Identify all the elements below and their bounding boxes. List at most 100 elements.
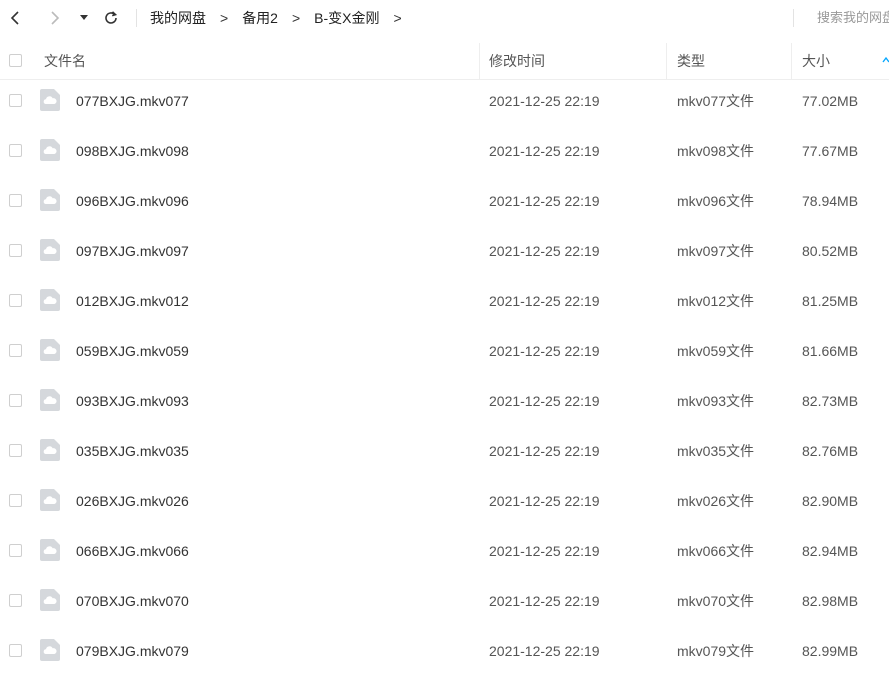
file-type: mkv059文件 <box>677 343 755 359</box>
table-header: 文件名 修改时间 类型 大小 <box>0 43 889 80</box>
file-size: 78.94MB <box>802 193 859 209</box>
search-input[interactable]: 搜索我的网盘文件 <box>817 0 889 36</box>
file-type: mkv026文件 <box>677 493 755 509</box>
column-header-name[interactable]: 文件名 <box>44 43 86 79</box>
file-type: mkv077文件 <box>677 93 755 109</box>
history-dropdown-button[interactable] <box>76 8 92 28</box>
table-row[interactable]: 059BXJG.mkv059 2021-12-25 22:19 mkv059文件… <box>0 326 889 376</box>
cloud-file-icon <box>40 489 60 511</box>
table-row[interactable]: 093BXJG.mkv093 2021-12-25 22:19 mkv093文件… <box>0 376 889 426</box>
file-type: mkv098文件 <box>677 143 755 159</box>
row-checkbox[interactable] <box>9 244 22 257</box>
file-modified: 2021-12-25 22:19 <box>489 143 600 159</box>
file-name[interactable]: 097BXJG.mkv097 <box>76 226 189 276</box>
column-header-modified[interactable]: 修改时间 <box>489 43 545 79</box>
refresh-icon <box>105 11 118 24</box>
chevron-left-icon <box>10 11 19 25</box>
chevron-right-icon <box>51 11 60 25</box>
file-name[interactable]: 035BXJG.mkv035 <box>76 426 189 476</box>
file-type: mkv035文件 <box>677 443 755 459</box>
column-header-type[interactable]: 类型 <box>677 43 705 79</box>
file-modified: 2021-12-25 22:19 <box>489 243 600 259</box>
cloud-file-icon <box>40 139 60 161</box>
cloud-file-icon <box>40 289 60 311</box>
file-size: 80.52MB <box>802 243 859 259</box>
cloud-file-icon <box>40 239 60 261</box>
file-modified: 2021-12-25 22:19 <box>489 543 600 559</box>
breadcrumb-item-current[interactable]: B-变X金刚 <box>314 8 379 28</box>
table-row[interactable]: 079BXJG.mkv079 2021-12-25 22:19 mkv079文件… <box>0 626 889 676</box>
cloud-file-icon <box>40 189 60 211</box>
cloud-file-icon <box>40 89 60 111</box>
file-name[interactable]: 098BXJG.mkv098 <box>76 126 189 176</box>
file-type: mkv012文件 <box>677 293 755 309</box>
cloud-file-icon <box>40 639 60 661</box>
column-divider[interactable] <box>791 43 792 79</box>
cloud-file-icon <box>40 539 60 561</box>
row-checkbox[interactable] <box>9 394 22 407</box>
breadcrumb-item-backup[interactable]: 备用2 <box>242 8 278 28</box>
file-size: 82.90MB <box>802 493 859 509</box>
breadcrumb-item-root[interactable]: 我的网盘 <box>150 8 206 28</box>
column-divider[interactable] <box>479 43 480 79</box>
file-modified: 2021-12-25 22:19 <box>489 343 600 359</box>
row-checkbox[interactable] <box>9 544 22 557</box>
row-checkbox[interactable] <box>9 294 22 307</box>
file-modified: 2021-12-25 22:19 <box>489 593 600 609</box>
table-row[interactable]: 098BXJG.mkv098 2021-12-25 22:19 mkv098文件… <box>0 126 889 176</box>
cloud-file-icon <box>40 389 60 411</box>
file-type: mkv066文件 <box>677 543 755 559</box>
file-name[interactable]: 066BXJG.mkv066 <box>76 526 189 576</box>
column-divider[interactable] <box>666 43 667 79</box>
row-checkbox[interactable] <box>9 144 22 157</box>
breadcrumb-separator: > <box>393 10 402 26</box>
breadcrumb: 我的网盘 > 备用2 > B-变X金刚 > <box>150 0 416 36</box>
file-name[interactable]: 096BXJG.mkv096 <box>76 176 189 226</box>
file-size: 82.98MB <box>802 593 859 609</box>
file-size: 81.66MB <box>802 343 859 359</box>
search-divider <box>793 9 794 27</box>
caret-down-icon <box>80 15 88 20</box>
row-checkbox[interactable] <box>9 194 22 207</box>
row-checkbox[interactable] <box>9 444 22 457</box>
file-type: mkv096文件 <box>677 193 755 209</box>
file-type: mkv093文件 <box>677 393 755 409</box>
file-modified: 2021-12-25 22:19 <box>489 93 600 109</box>
back-button[interactable] <box>6 8 26 28</box>
file-size: 81.25MB <box>802 293 859 309</box>
cloud-file-icon <box>40 589 60 611</box>
row-checkbox[interactable] <box>9 644 22 657</box>
file-name[interactable]: 059BXJG.mkv059 <box>76 326 189 376</box>
breadcrumb-separator: > <box>220 10 229 26</box>
file-name[interactable]: 079BXJG.mkv079 <box>76 626 189 676</box>
table-row[interactable]: 035BXJG.mkv035 2021-12-25 22:19 mkv035文件… <box>0 426 889 476</box>
file-name[interactable]: 012BXJG.mkv012 <box>76 276 189 326</box>
table-row[interactable]: 077BXJG.mkv077 2021-12-25 22:19 mkv077文件… <box>0 76 889 126</box>
table-row[interactable]: 070BXJG.mkv070 2021-12-25 22:19 mkv070文件… <box>0 576 889 626</box>
row-checkbox[interactable] <box>9 344 22 357</box>
file-size: 77.02MB <box>802 93 859 109</box>
table-row[interactable]: 066BXJG.mkv066 2021-12-25 22:19 mkv066文件… <box>0 526 889 576</box>
row-checkbox[interactable] <box>9 94 22 107</box>
refresh-button[interactable] <box>101 8 121 28</box>
file-name[interactable]: 026BXJG.mkv026 <box>76 476 189 526</box>
row-checkbox[interactable] <box>9 494 22 507</box>
forward-button[interactable] <box>44 8 64 28</box>
file-modified: 2021-12-25 22:19 <box>489 493 600 509</box>
file-modified: 2021-12-25 22:19 <box>489 443 600 459</box>
file-name[interactable]: 077BXJG.mkv077 <box>76 76 189 126</box>
file-type: mkv079文件 <box>677 643 755 659</box>
column-header-size[interactable]: 大小 <box>802 43 830 79</box>
cloud-file-icon <box>40 339 60 361</box>
select-all-checkbox[interactable] <box>9 54 22 67</box>
table-row[interactable]: 096BXJG.mkv096 2021-12-25 22:19 mkv096文件… <box>0 176 889 226</box>
file-name[interactable]: 093BXJG.mkv093 <box>76 376 189 426</box>
table-row[interactable]: 097BXJG.mkv097 2021-12-25 22:19 mkv097文件… <box>0 226 889 276</box>
sort-arrow-icon[interactable] <box>882 56 889 64</box>
table-row[interactable]: 026BXJG.mkv026 2021-12-25 22:19 mkv026文件… <box>0 476 889 526</box>
file-modified: 2021-12-25 22:19 <box>489 193 600 209</box>
file-size: 77.67MB <box>802 143 859 159</box>
file-name[interactable]: 070BXJG.mkv070 <box>76 576 189 626</box>
table-row[interactable]: 012BXJG.mkv012 2021-12-25 22:19 mkv012文件… <box>0 276 889 326</box>
row-checkbox[interactable] <box>9 594 22 607</box>
